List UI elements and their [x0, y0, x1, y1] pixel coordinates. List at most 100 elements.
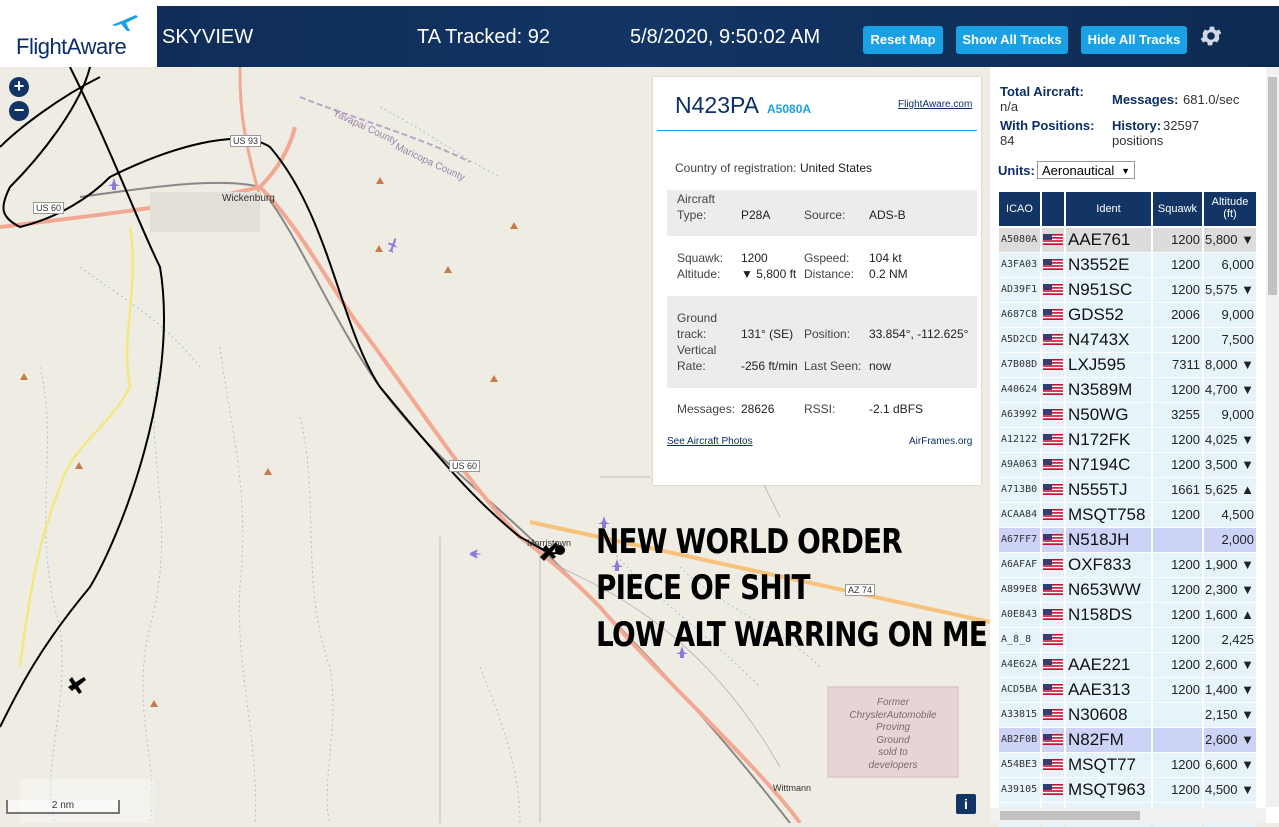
zoom-out-button[interactable]: − [9, 101, 29, 121]
cell-altitude: 2,600 ▼ [1204, 653, 1256, 677]
cell-icao: AB2F0B [999, 728, 1040, 752]
flightaware-link[interactable]: FlightAware.com [898, 99, 972, 110]
cell-flag [1042, 778, 1064, 802]
cell-squawk: 1200 [1153, 778, 1202, 802]
table-row[interactable]: A40624 N3589M 1200 4,700 ▼ [999, 378, 1261, 402]
gear-icon[interactable] [1198, 23, 1224, 49]
cell-icao: A9A063 [999, 453, 1040, 477]
table-row[interactable]: A5080A AAE761 1200 5,800 ▼ [999, 228, 1261, 252]
cell-ident: AAE761 [1066, 228, 1151, 252]
type-value: P28A [741, 208, 771, 222]
table-row[interactable]: A_8_8 1200 2,425 [999, 628, 1261, 652]
zoom-in-button[interactable]: + [9, 77, 29, 97]
cell-altitude: 9,000 [1204, 403, 1256, 427]
reset-map-button[interactable]: Reset Map [863, 26, 943, 54]
type-row: Aircraft Type: P28A Source: ADS-B [667, 190, 977, 236]
cell-flag [1042, 228, 1064, 252]
table-row[interactable]: A713B0 N555TJ 1661 5,625 ▲ [999, 478, 1261, 502]
tracked-count: TA Tracked: 92 [417, 26, 551, 48]
cell-icao: A63992 [999, 403, 1040, 427]
lastseen-value: now [869, 359, 892, 373]
table-row[interactable]: A3FA03 N3552E 1200 6,000 [999, 253, 1261, 277]
distance-value: 0.2 NM [869, 267, 908, 281]
cell-flag [1042, 678, 1064, 702]
type-label: Type: [677, 208, 707, 222]
cell-altitude: 1,900 ▼ [1204, 553, 1256, 577]
hscroll-thumb[interactable] [1000, 811, 1140, 820]
table-row[interactable]: A67FF7 N518JH 2,000 [999, 528, 1261, 552]
scroll-thumb[interactable] [1268, 77, 1277, 295]
col-header-icao[interactable]: ICAO [999, 192, 1040, 226]
airframes-link[interactable]: AirFrames.org [909, 436, 972, 447]
units-value: Aeronautical [1042, 163, 1115, 178]
col-header-altitude[interactable]: Altitude (ft) [1204, 192, 1256, 226]
units-select[interactable]: Aeronautical ▼ [1037, 161, 1135, 179]
cell-ident: OXF833 [1066, 553, 1151, 577]
road-shield-us93: US 93 [230, 135, 262, 147]
cell-altitude: 5,800 ▼ [1204, 228, 1256, 252]
cell-ident: N4743X [1066, 328, 1151, 352]
table-row[interactable]: AB2F0B N82FM 2,600 ▼ [999, 728, 1261, 752]
cell-altitude: 6,000 [1204, 253, 1256, 277]
cell-flag [1042, 603, 1064, 627]
table-row[interactable]: A4E62A AAE221 1200 2,600 ▼ [999, 653, 1261, 677]
cell-icao: A899E8 [999, 578, 1040, 602]
table-row[interactable]: A687C8 GDS52 2006 9,000 [999, 303, 1261, 327]
cell-flag [1042, 728, 1064, 752]
cell-icao: A12122 [999, 428, 1040, 452]
cell-ident: MSQT963 [1066, 778, 1151, 802]
cell-squawk: 1200 [1153, 253, 1202, 277]
header-bar: FlightAware SKYVIEW TA Tracked: 92 5/8/2… [0, 6, 1279, 67]
table-row[interactable]: A9A063 N7194C 1200 3,500 ▼ [999, 453, 1261, 477]
source-value: ADS-B [869, 208, 906, 222]
table-row[interactable]: A899E8 N653WW 1200 2,300 ▼ [999, 578, 1261, 602]
table-row[interactable]: A54BE3 MSQT77 1200 6,600 ▼ [999, 753, 1261, 777]
altitude-header-text: Altitude [1211, 196, 1249, 208]
country-row: Country of registration: United States [667, 161, 977, 179]
us-flag-icon [1043, 284, 1063, 295]
horizontal-scrollbar[interactable] [990, 808, 1266, 823]
show-all-tracks-button[interactable]: Show All Tracks [956, 26, 1068, 54]
lastseen-label: Last Seen: [804, 359, 862, 373]
cell-squawk: 1200 [1153, 553, 1202, 577]
cell-icao: A40624 [999, 378, 1040, 402]
table-row[interactable]: ACD5BA AAE313 1200 1,400 ▼ [999, 678, 1261, 702]
table-row[interactable]: AD39F1 N951SC 1200 5,575 ▼ [999, 278, 1261, 302]
table-row[interactable]: A0E843 N158DS 1200 1,600 ▲ [999, 603, 1261, 627]
cell-ident: LXJ595 [1066, 353, 1151, 377]
cell-icao: AD39F1 [999, 278, 1040, 302]
col-header-flag[interactable] [1042, 192, 1064, 226]
cell-altitude: 2,425 [1204, 628, 1256, 652]
table-row[interactable]: A39105 MSQT963 1200 4,500 ▼ [999, 778, 1261, 802]
table-row[interactable]: A7B08D LXJ595 7311 8,000 ▼ [999, 353, 1261, 377]
cell-squawk: 1200 [1153, 628, 1202, 652]
us-flag-icon [1043, 434, 1063, 445]
track-row: Ground track: 131° (SE) Position: 33.854… [667, 296, 977, 388]
cell-flag [1042, 378, 1064, 402]
table-row[interactable]: ACAA84 MSQT758 1200 4,500 [999, 503, 1261, 527]
cell-altitude: 2,600 ▼ [1204, 728, 1256, 752]
cell-altitude: 3,500 ▼ [1204, 453, 1256, 477]
table-row[interactable]: A6AFAF OXF833 1200 1,900 ▼ [999, 553, 1261, 577]
cell-altitude: 5,625 ▲ [1204, 478, 1256, 502]
vertical-scrollbar[interactable] [1266, 67, 1279, 807]
aircraft-photos-link[interactable]: See Aircraft Photos [667, 436, 753, 447]
hide-all-tracks-button[interactable]: Hide All Tracks [1081, 26, 1187, 54]
cell-icao: ACAA84 [999, 503, 1040, 527]
vrate-label: Rate: [677, 359, 706, 373]
cell-ident: GDS52 [1066, 303, 1151, 327]
info-button[interactable]: i [956, 794, 976, 814]
col-header-ident[interactable]: Ident [1066, 192, 1151, 226]
table-row[interactable]: A33815 N30608 2,150 ▼ [999, 703, 1261, 727]
table-row[interactable]: A63992 N50WG 3255 9,000 [999, 403, 1261, 427]
us-flag-icon [1043, 259, 1063, 270]
cell-flag [1042, 303, 1064, 327]
cell-flag [1042, 528, 1064, 552]
col-header-squawk[interactable]: Squawk [1153, 192, 1202, 226]
flightaware-logo[interactable]: FlightAware [0, 6, 157, 67]
table-row[interactable]: A5D2CD N4743X 1200 7,500 [999, 328, 1261, 352]
us-flag-icon [1043, 584, 1063, 595]
meme-text-line-2: PIECE OF SHIT [596, 568, 810, 608]
us-flag-icon [1043, 784, 1063, 795]
table-row[interactable]: A12122 N172FK 1200 4,025 ▼ [999, 428, 1261, 452]
